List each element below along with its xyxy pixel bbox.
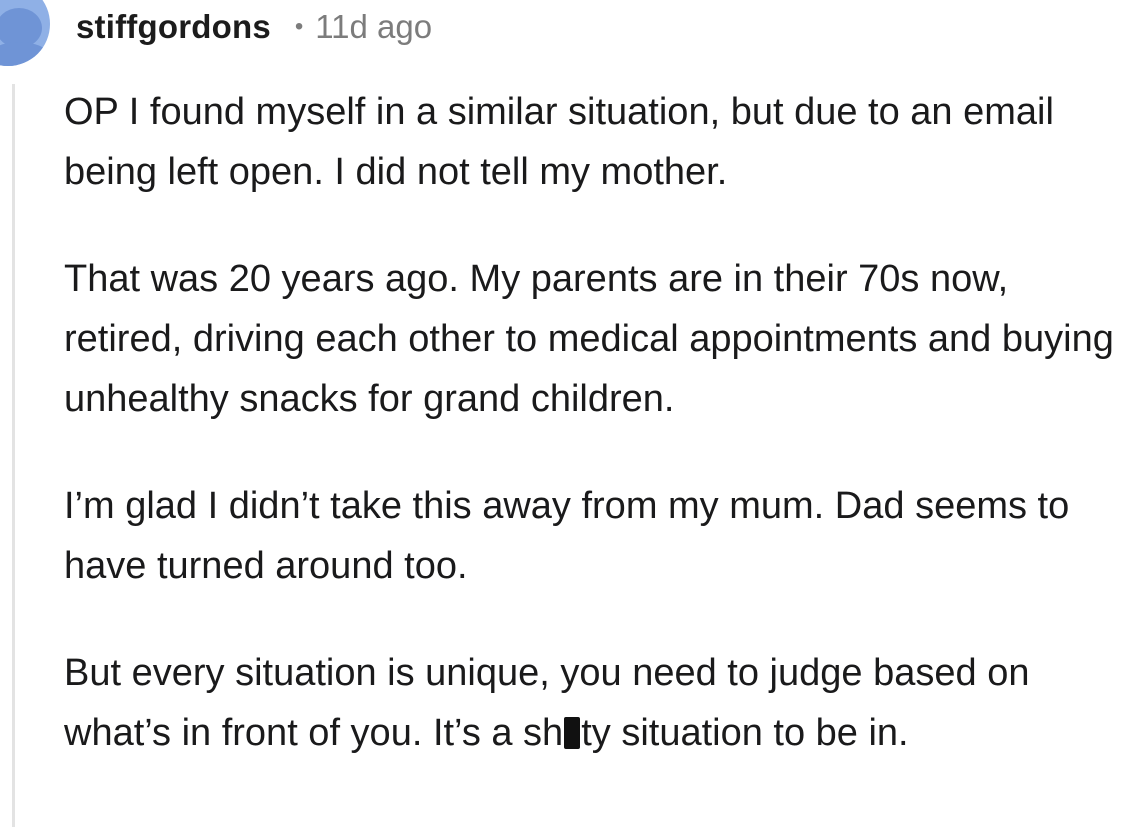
redaction-mark <box>564 717 581 749</box>
comment-paragraph: That was 20 years ago. My parents are in… <box>64 258 1114 420</box>
username-link[interactable]: stiffgordons <box>76 8 271 46</box>
meta-separator: • <box>294 13 304 40</box>
avatar[interactable] <box>0 0 50 66</box>
comment-paragraph: I’m glad I didn’t take this away from my… <box>64 485 1070 587</box>
thread-collapse-line[interactable] <box>12 84 15 827</box>
avatar-snoo-body-icon <box>0 42 50 66</box>
paragraph-text-after-redaction: ty situation to be in. <box>581 712 909 754</box>
comment-paragraph: OP I found myself in a similar situation… <box>64 91 1054 193</box>
comment-header: stiffgordons • 11d ago <box>76 6 432 48</box>
comment-body: OP I found myself in a similar situation… <box>64 82 1124 763</box>
comment-paragraph-last: But every situation is unique, you need … <box>64 643 1124 763</box>
comment-timestamp[interactable]: 11d ago <box>315 8 432 46</box>
